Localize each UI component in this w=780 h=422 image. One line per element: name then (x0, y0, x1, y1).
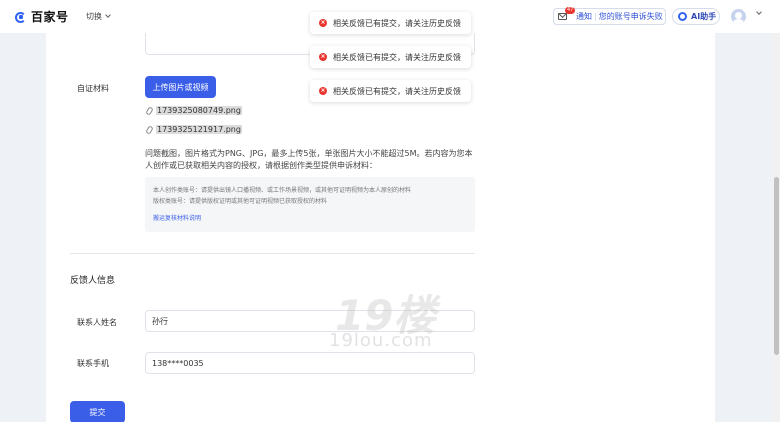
guide-box: 本人创作类账号：请提供出镜人口播视频、或工作场景视频，或其他可证明视频为本人原创… (145, 177, 475, 232)
upload-hint: 问题截图，图片格式为PNG、JPG，最多上传5张，单张图片大小不能超过5M。若内… (145, 149, 473, 170)
ai-assistant-label: AI助手 (691, 12, 717, 21)
ai-ring-icon (678, 12, 687, 21)
notice-message: 您的账号申诉失败 (598, 12, 663, 21)
toast-message: 相关反馈已有提交，请关注历史反馈 (333, 52, 461, 62)
contact-name-input[interactable]: 孙行 (145, 310, 475, 332)
error-icon: × (319, 87, 327, 95)
switch-account-button[interactable]: 切换 (86, 11, 111, 22)
ai-assistant-button[interactable]: AI助手 (672, 8, 720, 25)
divider (70, 253, 475, 254)
contact-name-value: 孙行 (152, 316, 168, 326)
contact-phone-label: 联系手机 (77, 359, 109, 368)
error-toast: × 相关反馈已有提交，请关注历史反馈 (310, 12, 471, 34)
avatar-chevron-down-icon[interactable] (756, 9, 762, 15)
submit-button[interactable]: 提交 (70, 401, 125, 422)
file-item[interactable]: 1739325121917.png (145, 124, 242, 135)
notice-separator: | (594, 12, 597, 21)
notification-text[interactable]: 通知 | 您的账号申诉失败 (576, 11, 663, 22)
file-item[interactable]: 1739325080749.png (145, 105, 242, 116)
notice-prefix: 通知 (576, 12, 592, 21)
evidence-label: 自证材料 (77, 84, 109, 93)
section-title: 反馈人信息 (70, 276, 116, 286)
scrollbar-thumb[interactable] (774, 177, 779, 355)
chevron-down-icon (105, 12, 111, 18)
logo-text: 百家号 (31, 10, 69, 24)
mail-icon (558, 13, 567, 20)
contact-phone-value: 138****0035 (152, 358, 204, 368)
file-name: 1739325080749.png (156, 106, 242, 115)
baijiahao-logo[interactable]: 百家号 (15, 8, 69, 25)
logo-icon (15, 10, 26, 24)
guide-line: 本人创作类账号：请提供出镜人口播视频、或工作场景视频，或其他可证明视频为本人原创… (153, 187, 412, 194)
paperclip-icon (145, 105, 154, 116)
paperclip-icon (145, 124, 154, 135)
error-icon: × (319, 19, 327, 27)
guide-line: 版权类账号：请提供版权证明或其他可证明视频已获取授权的材料 (153, 198, 328, 205)
avatar[interactable] (731, 9, 746, 24)
error-toast: × 相关反馈已有提交，请关注历史反馈 (310, 80, 471, 102)
mail-count-badge: 47 (565, 7, 576, 14)
contact-phone-input[interactable]: 138****0035 (145, 352, 475, 374)
switch-label: 切换 (86, 12, 102, 21)
contact-name-label: 联系人姓名 (77, 318, 117, 327)
error-toast: × 相关反馈已有提交，请关注历史反馈 (310, 46, 471, 68)
upload-media-button[interactable]: 上传图片或视频 (145, 76, 216, 98)
material-guide-link[interactable]: 搬运复核材料说明 (153, 213, 467, 222)
toast-message: 相关反馈已有提交，请关注历史反馈 (333, 18, 461, 28)
toast-message: 相关反馈已有提交，请关注历史反馈 (333, 86, 461, 96)
file-name: 1739325121917.png (156, 125, 242, 134)
error-icon: × (319, 53, 327, 61)
